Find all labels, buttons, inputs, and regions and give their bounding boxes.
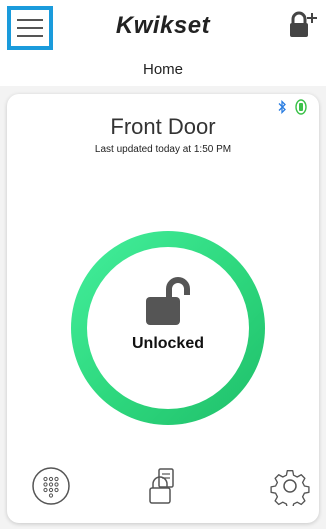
app-screen: Kwikset Home Front Door Last updated tod…	[0, 0, 326, 529]
add-lock-icon[interactable]	[288, 10, 318, 40]
last-updated-text: Last updated today at 1:50 PM	[94, 144, 232, 155]
lock-name: Front Door	[110, 114, 216, 139]
unlocked-padlock-icon	[146, 277, 190, 325]
bluetooth-icon	[278, 100, 286, 114]
battery-icon	[295, 99, 307, 115]
page-title: Home	[0, 60, 326, 84]
keypad-icon[interactable]	[31, 466, 71, 506]
lock-card: Front Door Last updated today at 1:50 PM…	[7, 94, 319, 523]
lock-status-ring[interactable]: Unlocked	[71, 231, 265, 425]
lock-status-text: Unlocked	[131, 335, 204, 352]
gear-icon[interactable]	[270, 466, 310, 506]
brand-logo: Kwikset	[115, 12, 211, 39]
user-codes-icon[interactable]	[141, 466, 181, 506]
top-bar: Kwikset	[0, 0, 326, 56]
lock-toggle-button[interactable]: Unlocked	[87, 247, 249, 409]
